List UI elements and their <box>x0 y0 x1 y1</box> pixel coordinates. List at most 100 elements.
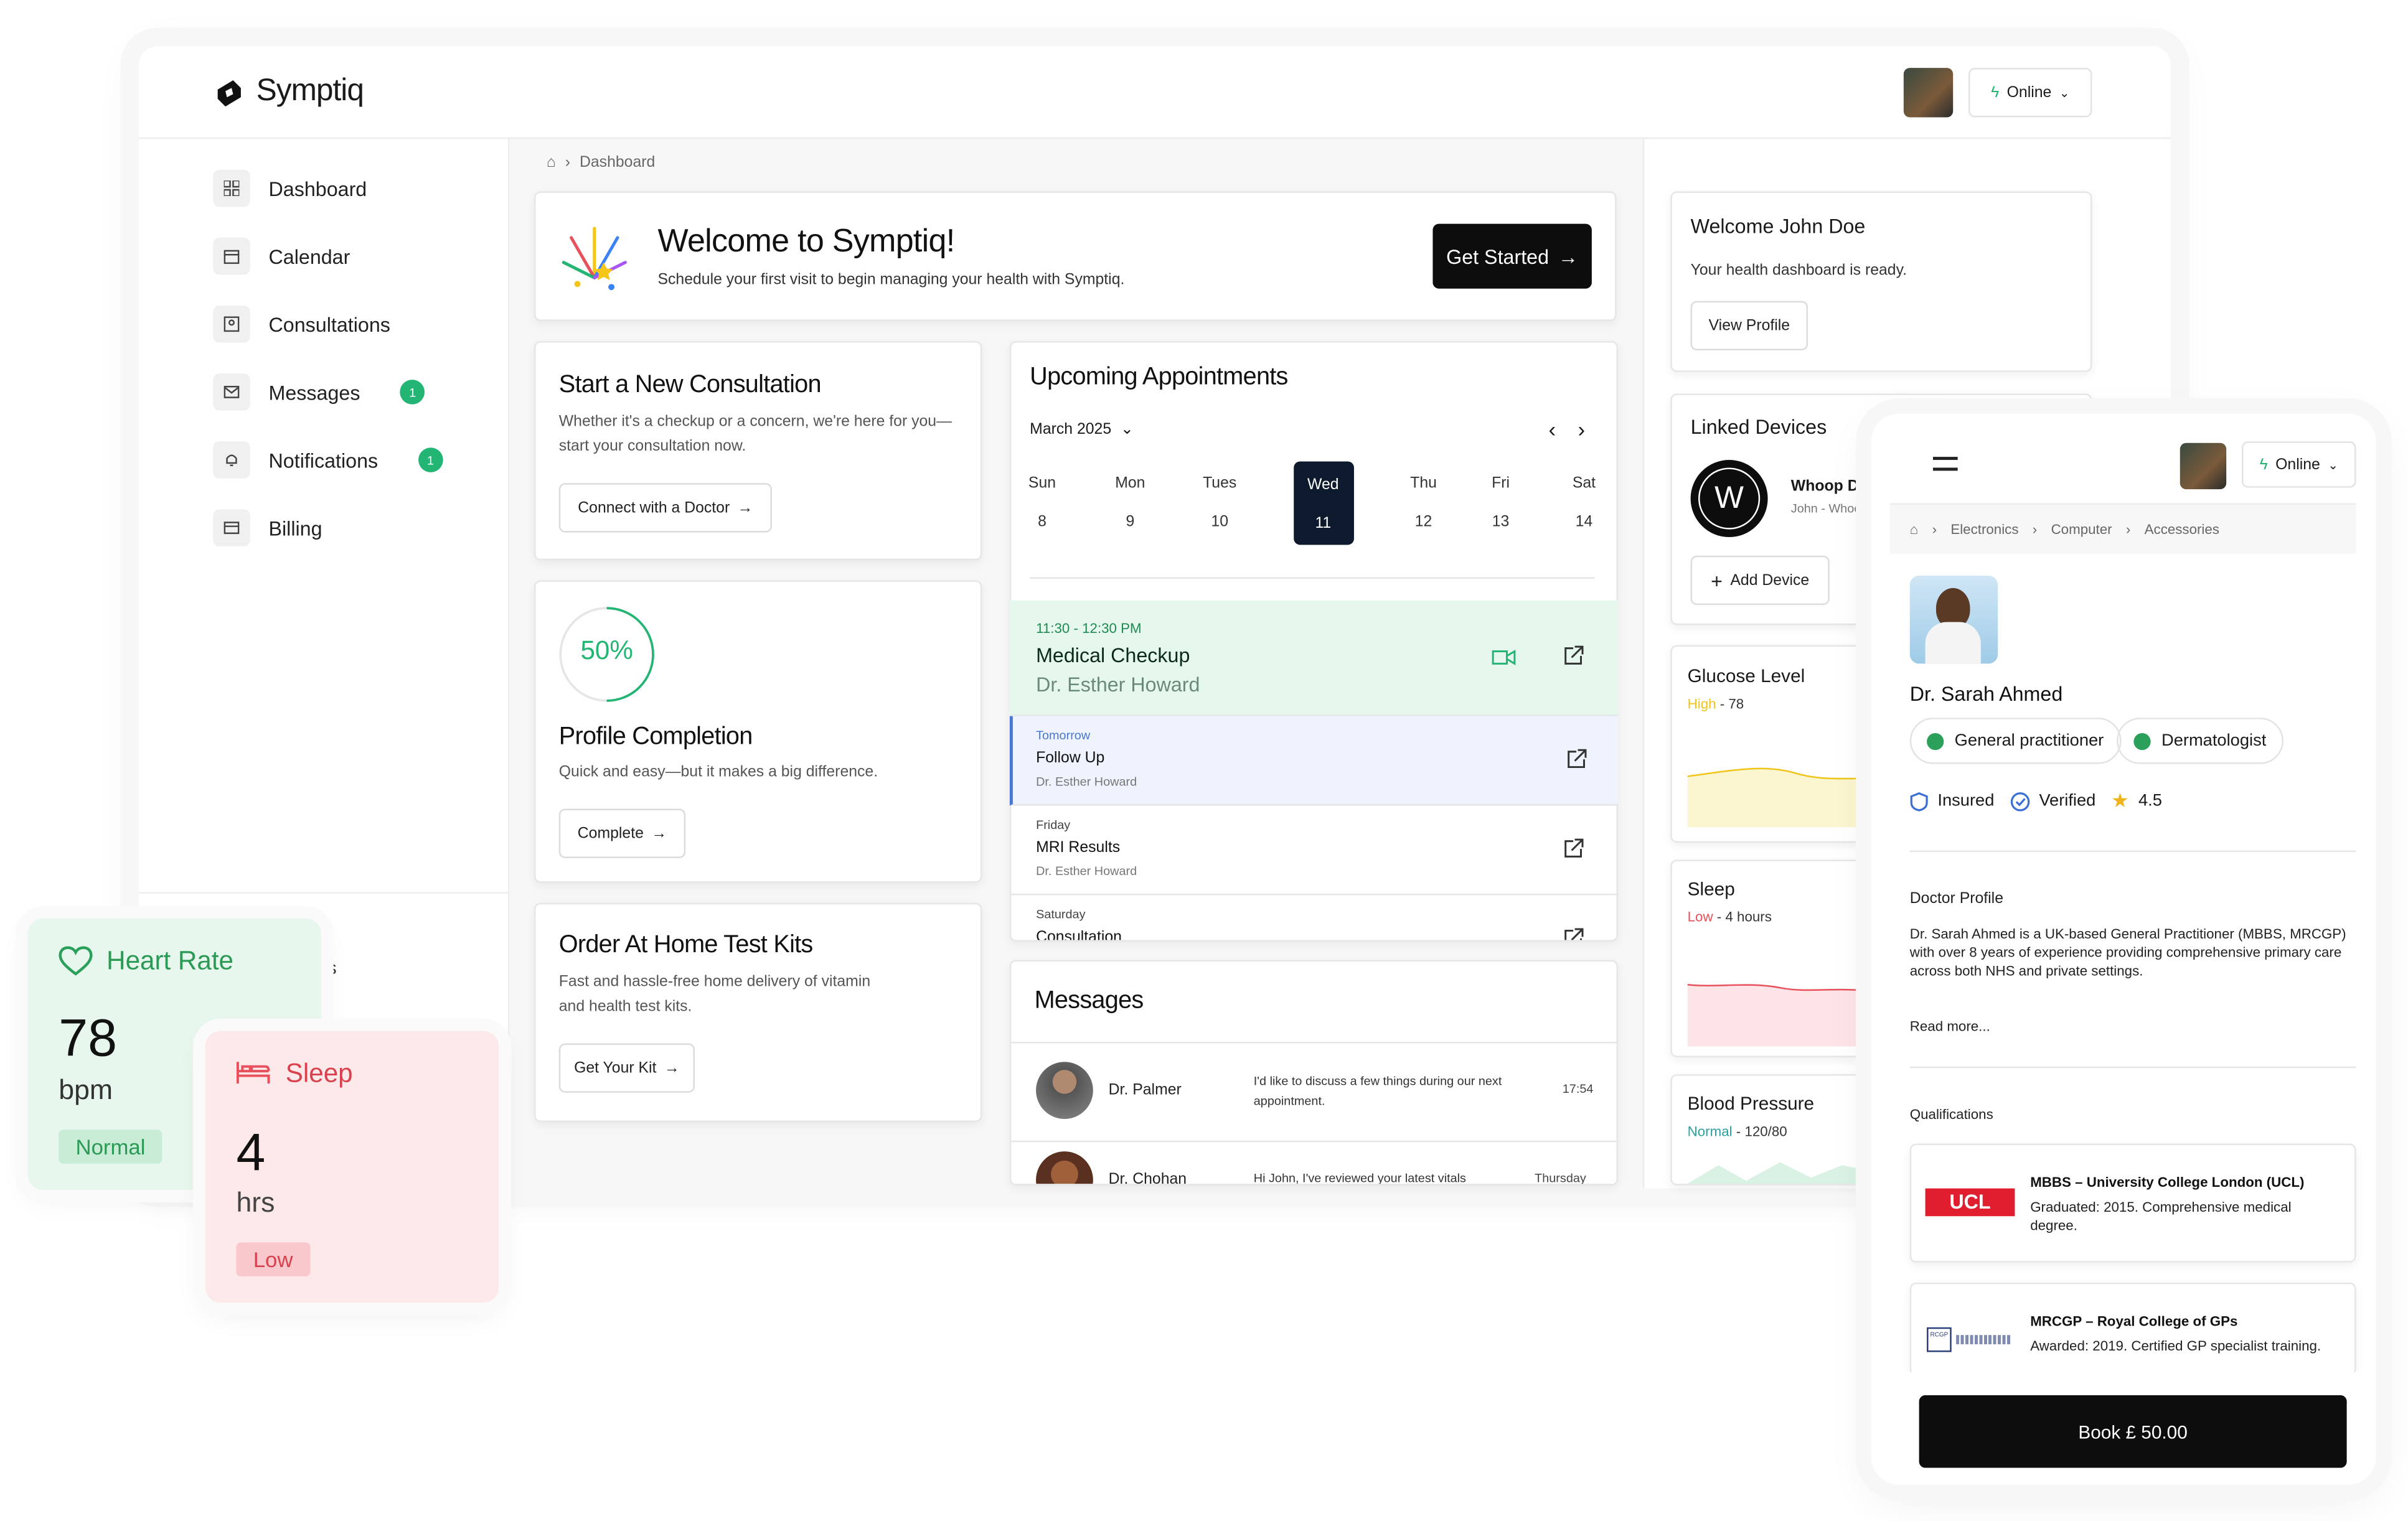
right-panel-divider <box>1642 139 1645 1189</box>
sleep-value: 4 hours <box>1725 909 1772 925</box>
grid-icon <box>213 169 250 207</box>
complete-button[interactable]: Complete → <box>558 808 686 858</box>
external-link-icon[interactable] <box>1566 749 1587 770</box>
sidebar-item-messages[interactable]: Messages 1 <box>213 373 425 411</box>
tag-dermatologist[interactable]: Dermatologist <box>2117 718 2283 764</box>
bp-chart <box>1687 1162 1886 1184</box>
breadcrumb-item[interactable]: Accessories <box>2145 522 2219 537</box>
appointment-row[interactable]: Friday MRI Results Dr. Esther Howard <box>1009 806 1619 896</box>
glucose-status-label: High <box>1687 696 1716 712</box>
welcome-user-text: Your health dashboard is ready. <box>1690 262 1907 279</box>
user-avatar[interactable] <box>1903 68 1954 118</box>
get-started-label: Get Started <box>1446 245 1550 268</box>
appointment-row[interactable]: Saturday Consultation <box>1010 895 1618 940</box>
sidebar-item-notifications[interactable]: Notifications 1 <box>213 441 443 479</box>
breadcrumb-current[interactable]: Dashboard <box>580 154 655 171</box>
notifications-badge: 1 <box>418 447 443 472</box>
logo-icon <box>217 79 241 106</box>
menu-icon[interactable] <box>1932 457 1958 471</box>
external-link-icon[interactable] <box>1563 927 1584 940</box>
view-profile-button[interactable]: View Profile <box>1690 301 1808 350</box>
appointment-when: Tomorrow <box>1036 728 1091 742</box>
appointment-row[interactable]: Tomorrow Follow Up Dr. Esther Howard <box>1009 716 1619 806</box>
bp-value: 120/80 <box>1744 1123 1787 1140</box>
sleep-metric-title: Sleep <box>1687 878 1735 900</box>
mobile-status-dropdown[interactable]: ϟ Online ⌄ <box>2241 441 2356 488</box>
sidebar-item-label: Dashboard <box>268 176 367 200</box>
message-text: I'd like to discuss a few things during … <box>1253 1074 1502 1108</box>
day-label: Sun <box>1028 475 1056 493</box>
welcome-subtitle: Schedule your first visit to begin manag… <box>657 271 1125 289</box>
profile-percent: 50% <box>580 635 633 665</box>
calendar-icon <box>213 237 250 275</box>
message-row[interactable]: Dr. Chohan Hi John, I've reviewed your l… <box>1010 1142 1618 1184</box>
status-dot <box>1927 732 1944 750</box>
day-fri[interactable]: Fri 13 <box>1471 475 1530 531</box>
breadcrumb-item[interactable]: Computer <box>2051 522 2112 537</box>
linked-devices-title: Linked Devices <box>1690 415 1827 439</box>
book-button[interactable]: Book £ 50.00 <box>1919 1395 2347 1468</box>
prev-week-button[interactable]: ‹ <box>1548 417 1556 442</box>
home-icon[interactable]: ⌂ <box>547 154 556 171</box>
appointment-row[interactable]: 11:30 - 12:30 PM Medical Checkup Dr. Est… <box>1009 600 1619 716</box>
insured-label: Insured <box>1937 792 1995 810</box>
next-week-button[interactable]: › <box>1578 417 1586 442</box>
external-link-icon[interactable] <box>1563 838 1584 860</box>
home-icon[interactable]: ⌂ <box>1910 522 1918 537</box>
chevron-down-icon: ⌄ <box>2328 457 2338 472</box>
sidebar-item-label: Messages <box>268 380 360 404</box>
breadcrumb-item[interactable]: Electronics <box>1950 522 2018 537</box>
get-started-button[interactable]: Get Started → <box>1432 223 1592 289</box>
kits-text: Fast and hassle-free home delivery of vi… <box>558 973 871 1016</box>
heart-rate-value: 78 <box>59 1009 118 1069</box>
mobile-avatar[interactable] <box>2180 442 2227 490</box>
message-text: Hi John, I've reviewed your latest vital… <box>1253 1171 1466 1184</box>
sidebar-item-billing[interactable]: Billing <box>213 509 322 546</box>
chevron-down-icon: ⌄ <box>1121 421 1134 439</box>
doctor-photo <box>1909 576 1998 664</box>
sidebar-item-calendar[interactable]: Calendar <box>213 237 350 275</box>
day-tues[interactable]: Tues 10 <box>1190 475 1249 531</box>
add-device-button[interactable]: + Add Device <box>1690 555 1830 606</box>
qualification-text: Awarded: 2019. Certified GP specialist t… <box>2030 1338 2321 1354</box>
read-more-link[interactable]: Read more... <box>1910 1019 1990 1034</box>
day-label: Tues <box>1203 475 1237 493</box>
doctor-badges: Insured Verified ★ 4.5 <box>1910 789 2162 813</box>
day-number: 10 <box>1211 513 1228 531</box>
sidebar-item-label: Billing <box>268 516 322 540</box>
arrow-right-icon: → <box>651 825 667 842</box>
get-kit-button[interactable]: Get Your Kit → <box>558 1043 695 1093</box>
bp-status: Normal - 120/80 <box>1687 1123 1787 1140</box>
connect-doctor-label: Connect with a Doctor <box>578 499 730 517</box>
day-wed[interactable]: Wed 11 <box>1294 477 1352 532</box>
connect-doctor-button[interactable]: Connect with a Doctor → <box>558 483 772 533</box>
logo[interactable]: Symptiq <box>213 74 364 110</box>
mail-icon <box>213 373 250 411</box>
sidebar-item-dashboard[interactable]: Dashboard <box>213 169 367 207</box>
day-mon[interactable]: Mon 9 <box>1101 475 1159 531</box>
arrow-right-icon: → <box>737 499 753 517</box>
chevron-right-icon: › <box>2032 522 2038 538</box>
message-row[interactable]: Dr. Palmer I'd like to discuss a few thi… <box>1010 1043 1618 1139</box>
day-sun[interactable]: Sun 8 <box>1013 475 1071 531</box>
day-number: 9 <box>1126 513 1135 531</box>
month-selector[interactable]: March 2025 ⌄ <box>1030 421 1134 438</box>
sidebar-item-consultations[interactable]: Consultations <box>213 306 390 343</box>
day-sat[interactable]: Sat 14 <box>1554 475 1613 531</box>
chevron-right-icon: › <box>2125 522 2131 538</box>
video-icon[interactable] <box>1492 648 1517 667</box>
profile-text: Quick and easy—but it makes a big differ… <box>558 764 878 781</box>
tag-general-practitioner[interactable]: General practitioner <box>1909 718 2121 764</box>
external-link-icon[interactable] <box>1563 645 1584 667</box>
chevron-right-icon: › <box>565 154 571 172</box>
sleep-status-label: Low <box>1687 909 1713 925</box>
sidebar-item-label: Notifications <box>268 448 379 472</box>
day-thu[interactable]: Thu 12 <box>1394 475 1452 531</box>
status-dropdown[interactable]: ϟ Online ⌄ <box>1968 68 2092 118</box>
shield-icon <box>1910 791 1928 811</box>
doctor-profile-title: Doctor Profile <box>1909 890 2003 908</box>
doctor-profile-text: Dr. Sarah Ahmed is a UK-based General Pr… <box>1909 926 2346 979</box>
bolt-icon: ϟ <box>1991 84 2000 101</box>
appointment-title: MRI Results <box>1036 840 1121 857</box>
day-number: 13 <box>1492 513 1510 531</box>
